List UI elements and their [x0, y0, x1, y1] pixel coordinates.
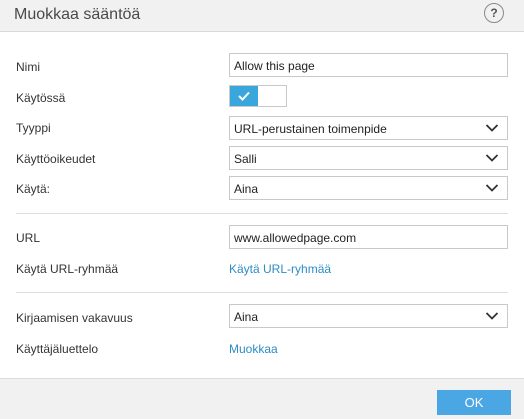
- help-icon[interactable]: ?: [484, 3, 504, 23]
- enabled-label: Käytössä: [16, 91, 66, 105]
- log-severity-label: Kirjaamisen vakavuus: [16, 311, 133, 325]
- url-label: URL: [16, 231, 41, 245]
- dialog-title: Muokkaa sääntöä: [14, 6, 141, 23]
- user-list-edit-link[interactable]: Muokkaa: [229, 342, 278, 356]
- apply-label: Käytä:: [16, 182, 51, 196]
- check-icon: [238, 91, 250, 101]
- log-severity-select[interactable]: Aina: [229, 304, 508, 328]
- chevron-down-icon: [485, 124, 499, 132]
- dialog-header: Muokkaa sääntöä ?: [0, 0, 524, 32]
- name-input[interactable]: Allow this page: [229, 53, 508, 77]
- url-group-label: Käytä URL-ryhmää: [16, 262, 119, 276]
- type-select[interactable]: URL-perustainen toimenpide: [229, 116, 508, 140]
- permissions-label: Käyttöoikeudet: [16, 152, 96, 166]
- edit-rule-dialog: Muokkaa sääntöä ? Nimi Allow this page K…: [0, 0, 524, 419]
- chevron-down-icon: [485, 184, 499, 192]
- chevron-down-icon: [485, 312, 499, 320]
- ok-button[interactable]: OK: [437, 390, 511, 415]
- toggle-on-segment: [230, 86, 258, 106]
- url-group-link[interactable]: Käytä URL-ryhmää: [229, 262, 331, 276]
- apply-select-value: Aina: [234, 182, 259, 196]
- permissions-select[interactable]: Salli: [229, 146, 508, 170]
- section-divider: [16, 213, 508, 214]
- name-label: Nimi: [16, 60, 40, 74]
- url-input[interactable]: www.allowedpage.com: [229, 225, 508, 249]
- type-select-value: URL-perustainen toimenpide: [234, 122, 387, 136]
- enabled-toggle[interactable]: [229, 85, 287, 107]
- chevron-down-icon: [485, 154, 499, 162]
- apply-select[interactable]: Aina: [229, 176, 508, 200]
- section-divider: [16, 292, 508, 293]
- log-severity-select-value: Aina: [234, 310, 259, 324]
- user-list-label: Käyttäjäluettelo: [16, 342, 99, 356]
- type-label: Tyyppi: [16, 121, 51, 135]
- dialog-footer: OK: [0, 378, 524, 419]
- permissions-select-value: Salli: [234, 152, 257, 166]
